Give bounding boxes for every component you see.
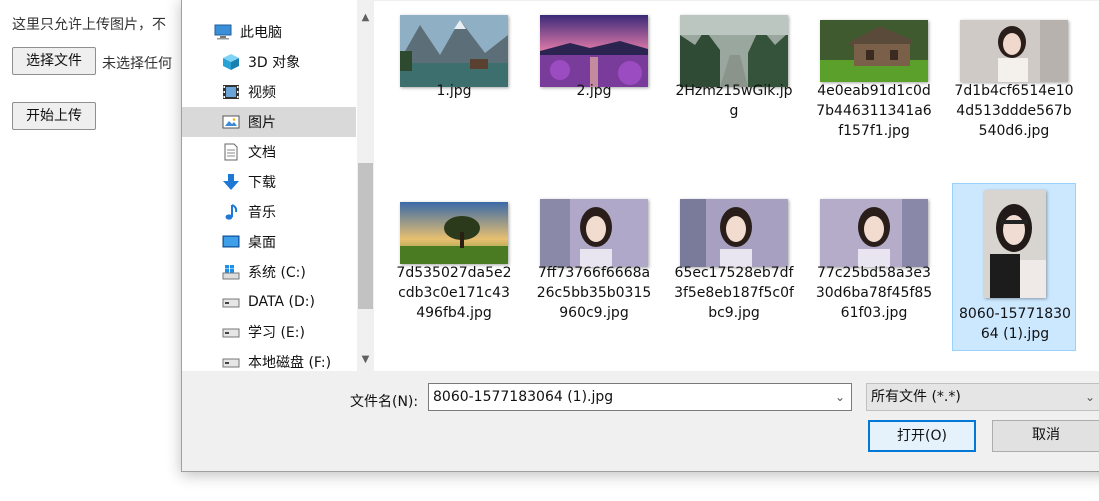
- nav-label: 3D 对象: [248, 55, 301, 71]
- nav-label: 视频: [248, 85, 276, 101]
- file-list: 1.jpg 2.jpg 2Hzmz15wGik.jpg 4e0eab91d1c0…: [374, 1, 1099, 371]
- file-name: 2Hzmz15wGik.jpg: [675, 83, 793, 119]
- no-file-selected-text: 未选择任何: [102, 56, 172, 72]
- file-item[interactable]: 7d1b4cf6514e104d513ddde567b540d6.jpg: [952, 1, 1076, 169]
- file-name: 7d535027da5e2cdb3c0e171c43496fb4.jpg: [396, 265, 512, 321]
- nav-label: 桌面: [248, 235, 276, 251]
- nav-label: 下载: [248, 175, 276, 191]
- music-icon: [222, 203, 240, 221]
- cancel-button[interactable]: 取消: [992, 420, 1099, 452]
- portrait-girl-thumbnail: [960, 20, 1068, 82]
- file-item[interactable]: 65ec17528eb7df3f5e8eb187f5c0fbc9.jpg: [672, 183, 796, 351]
- chevron-down-icon[interactable]: ⌄: [1085, 384, 1095, 410]
- file-name: 2.jpg: [576, 83, 612, 99]
- file-item[interactable]: 2Hzmz15wGik.jpg: [672, 1, 796, 169]
- file-type-value: 所有文件 (*.*): [871, 389, 961, 405]
- dialog-footer: 文件名(N): 8060-1577183064 (1).jpg ⌄ 所有文件 (…: [182, 371, 1099, 471]
- nav-label: 此电脑: [240, 25, 282, 41]
- file-name: 4e0eab91d1c0d7b446311341a6f157f1.jpg: [816, 83, 932, 139]
- nav-scrollbar[interactable]: ▲ ▼: [357, 1, 374, 371]
- file-item[interactable]: 7ff73766f6668a26c5bb35b0315960c9.jpg: [532, 183, 656, 351]
- file-item[interactable]: 2.jpg: [532, 1, 656, 169]
- lake-mountain-thumbnail: [400, 15, 508, 87]
- filename-combobox[interactable]: 8060-1577183064 (1).jpg ⌄: [428, 383, 852, 411]
- nav-3d-objects[interactable]: 3D 对象: [182, 47, 356, 77]
- start-upload-button[interactable]: 开始上传: [12, 102, 96, 130]
- file-item[interactable]: 4e0eab91d1c0d7b446311341a6f157f1.jpg: [812, 1, 936, 169]
- nav-label: 本地磁盘 (F:): [248, 355, 332, 371]
- drive-icon: [222, 293, 240, 311]
- download-icon: [222, 173, 240, 191]
- file-name: 7d1b4cf6514e104d513ddde567b540d6.jpg: [954, 83, 1074, 139]
- portrait-girl-thumbnail: [680, 199, 788, 267]
- nav-label: 音乐: [248, 205, 276, 221]
- file-item[interactable]: 1.jpg: [392, 1, 516, 169]
- nav-label: DATA (D:): [248, 294, 315, 310]
- tree-field-thumbnail: [400, 202, 508, 264]
- nav-drive-e[interactable]: 学习 (E:): [182, 317, 356, 347]
- portrait-girl-thumbnail: [820, 199, 928, 267]
- nav-drive-d[interactable]: DATA (D:): [182, 287, 356, 317]
- filename-label: 文件名(N):: [350, 394, 419, 410]
- scroll-down-icon[interactable]: ▼: [357, 351, 374, 368]
- cube-3d-icon: [222, 53, 240, 71]
- file-name: 77c25bd58a3e330d6ba78f45f8561f03.jpg: [815, 265, 933, 321]
- file-type-filter[interactable]: 所有文件 (*.*) ⌄: [866, 383, 1099, 411]
- nav-downloads[interactable]: 下载: [182, 167, 356, 197]
- drive-icon: [222, 323, 240, 341]
- purple-sunset-thumbnail: [540, 15, 648, 87]
- windows-drive-icon: [222, 263, 240, 281]
- nav-drive-f[interactable]: 本地磁盘 (F:): [182, 347, 356, 371]
- navigation-pane: 此电脑 3D 对象 视频 图片 文档 下载 音乐 桌面 系统 (C:) DATA…: [182, 0, 357, 371]
- nav-label: 学习 (E:): [248, 325, 305, 341]
- open-button[interactable]: 打开(O): [868, 420, 976, 452]
- nav-desktop[interactable]: 桌面: [182, 227, 356, 257]
- file-name: 7ff73766f6668a26c5bb35b0315960c9.jpg: [536, 265, 652, 321]
- scrollbar-thumb[interactable]: [358, 163, 373, 309]
- upload-hint-text: 这里只允许上传图片，不: [12, 17, 166, 33]
- nav-label: 系统 (C:): [248, 265, 306, 281]
- file-item[interactable]: 77c25bd58a3e330d6ba78f45f8561f03.jpg: [812, 183, 936, 351]
- drive-icon: [222, 353, 240, 371]
- picture-icon: [222, 113, 240, 131]
- nav-label: 文档: [248, 145, 276, 161]
- nav-label: 图片: [248, 115, 276, 131]
- wooden-cabin-thumbnail: [820, 20, 928, 82]
- scroll-up-icon[interactable]: ▲: [357, 9, 374, 26]
- file-name: 8060-1577183064 (1).jpg: [959, 306, 1071, 342]
- file-name: 1.jpg: [436, 83, 472, 99]
- filename-value[interactable]: 8060-1577183064 (1).jpg: [433, 389, 613, 405]
- nav-documents[interactable]: 文档: [182, 137, 356, 167]
- video-icon: [222, 83, 240, 101]
- portrait-girl-vertical-thumbnail: [984, 190, 1046, 298]
- misty-forest-thumbnail: [680, 15, 788, 87]
- choose-file-button[interactable]: 选择文件: [12, 47, 96, 75]
- document-icon: [222, 143, 240, 161]
- open-file-dialog: 此电脑 3D 对象 视频 图片 文档 下载 音乐 桌面 系统 (C:) DATA…: [181, 0, 1099, 472]
- computer-icon: [214, 23, 232, 41]
- nav-drive-c[interactable]: 系统 (C:): [182, 257, 356, 287]
- file-item-selected[interactable]: 8060-1577183064 (1).jpg: [952, 183, 1076, 351]
- desktop-icon: [222, 233, 240, 251]
- nav-pictures[interactable]: 图片: [182, 107, 356, 137]
- file-name: 65ec17528eb7df3f5e8eb187f5c0fbc9.jpg: [674, 265, 794, 321]
- nav-this-pc[interactable]: 此电脑: [182, 17, 356, 47]
- nav-videos[interactable]: 视频: [182, 77, 356, 107]
- chevron-down-icon[interactable]: ⌄: [835, 384, 845, 410]
- nav-music[interactable]: 音乐: [182, 197, 356, 227]
- file-item[interactable]: 7d535027da5e2cdb3c0e171c43496fb4.jpg: [392, 183, 516, 351]
- portrait-girl-thumbnail: [540, 199, 648, 267]
